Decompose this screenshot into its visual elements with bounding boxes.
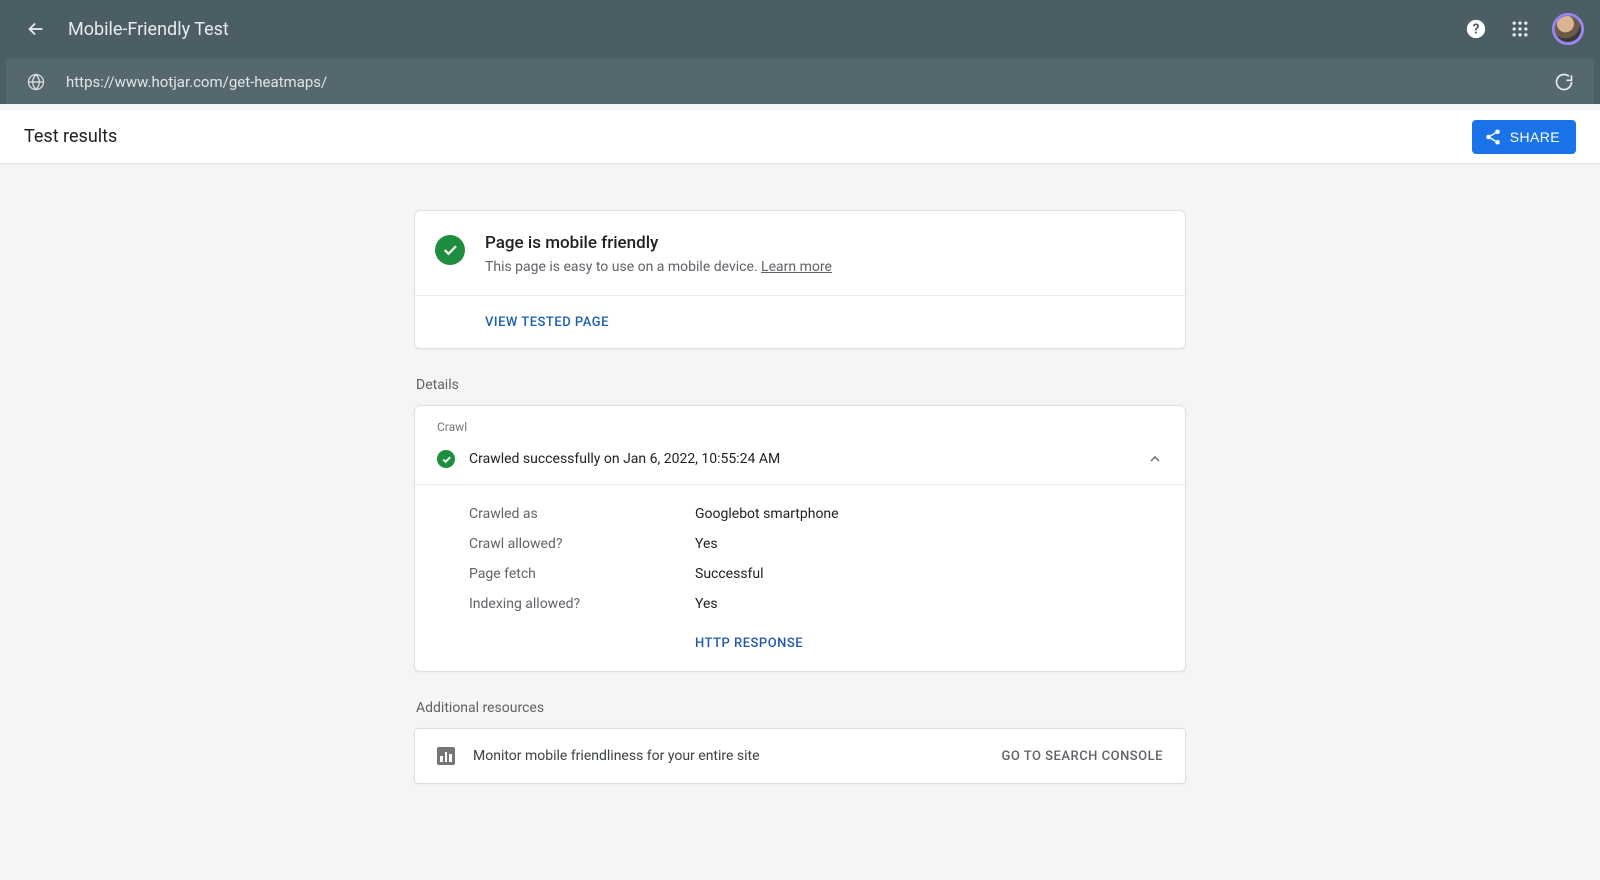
tested-url-input[interactable]: https://www.hotjar.com/get-heatmaps/ — [66, 73, 1554, 91]
result-card: Page is mobile friendly This page is eas… — [414, 210, 1186, 349]
detail-row: Indexing allowed? Yes — [469, 589, 1163, 619]
detail-key: Crawled as — [469, 506, 695, 522]
crawl-success-icon — [437, 450, 455, 468]
learn-more-link[interactable]: Learn more — [761, 259, 832, 275]
http-response-button[interactable]: HTTP RESPONSE — [695, 636, 803, 651]
svg-text:?: ? — [1473, 22, 1480, 38]
page-title: Test results — [24, 126, 117, 147]
crawl-card: Crawl Crawled successfully on Jan 6, 202… — [414, 405, 1186, 672]
view-tested-page-button[interactable]: VIEW TESTED PAGE — [485, 315, 609, 330]
bar-chart-icon — [437, 747, 455, 765]
globe-icon — [26, 72, 46, 92]
crawl-detail-table: Crawled as Googlebot smartphone Crawl al… — [415, 485, 1185, 625]
apps-grid-icon — [1510, 19, 1530, 39]
crawl-summary-text: Crawled successfully on Jan 6, 2022, 10:… — [469, 451, 1133, 467]
help-button[interactable]: ? — [1464, 17, 1488, 41]
detail-key: Page fetch — [469, 566, 695, 582]
detail-value: Yes — [695, 536, 718, 552]
result-status-row: Page is mobile friendly This page is eas… — [415, 211, 1185, 295]
detail-value: Successful — [695, 566, 764, 582]
success-check-icon — [435, 235, 465, 265]
result-subtitle-text: This page is easy to use on a mobile dev… — [485, 259, 761, 275]
avatar-image — [1555, 16, 1581, 42]
share-icon — [1484, 128, 1502, 146]
app-title: Mobile-Friendly Test — [68, 19, 1464, 40]
chevron-up-icon — [1147, 451, 1163, 467]
main-content: Page is mobile friendly This page is eas… — [414, 210, 1186, 784]
result-title: Page is mobile friendly — [485, 233, 832, 253]
result-subtitle: This page is easy to use on a mobile dev… — [485, 259, 832, 275]
detail-key: Crawl allowed? — [469, 536, 695, 552]
topbar-actions: ? — [1464, 13, 1584, 45]
help-icon: ? — [1465, 18, 1487, 40]
url-bar: https://www.hotjar.com/get-heatmaps/ — [6, 58, 1594, 104]
share-button[interactable]: SHARE — [1472, 120, 1576, 154]
crawl-label: Crawl — [415, 406, 1185, 444]
results-header: Test results SHARE — [0, 110, 1600, 164]
share-label: SHARE — [1510, 129, 1560, 145]
detail-row: Crawl allowed? Yes — [469, 529, 1163, 559]
additional-text: Monitor mobile friendliness for your ent… — [473, 748, 984, 764]
back-button[interactable] — [16, 9, 56, 49]
detail-row: Page fetch Successful — [469, 559, 1163, 589]
additional-section-label: Additional resources — [416, 700, 1184, 716]
apps-button[interactable] — [1508, 17, 1532, 41]
detail-row: Crawled as Googlebot smartphone — [469, 499, 1163, 529]
top-app-bar: Mobile-Friendly Test ? — [0, 0, 1600, 58]
detail-key: Indexing allowed? — [469, 596, 695, 612]
refresh-icon — [1554, 72, 1574, 92]
account-avatar[interactable] — [1552, 13, 1584, 45]
details-section-label: Details — [416, 377, 1184, 393]
additional-resources-card: Monitor mobile friendliness for your ent… — [414, 728, 1186, 784]
arrow-left-icon — [25, 18, 47, 40]
refresh-button[interactable] — [1554, 72, 1574, 92]
detail-value: Googlebot smartphone — [695, 506, 839, 522]
detail-value: Yes — [695, 596, 718, 612]
go-to-search-console-link[interactable]: GO TO SEARCH CONSOLE — [1002, 749, 1164, 764]
view-tested-row: VIEW TESTED PAGE — [415, 296, 1185, 348]
crawl-summary-row[interactable]: Crawled successfully on Jan 6, 2022, 10:… — [415, 444, 1185, 485]
